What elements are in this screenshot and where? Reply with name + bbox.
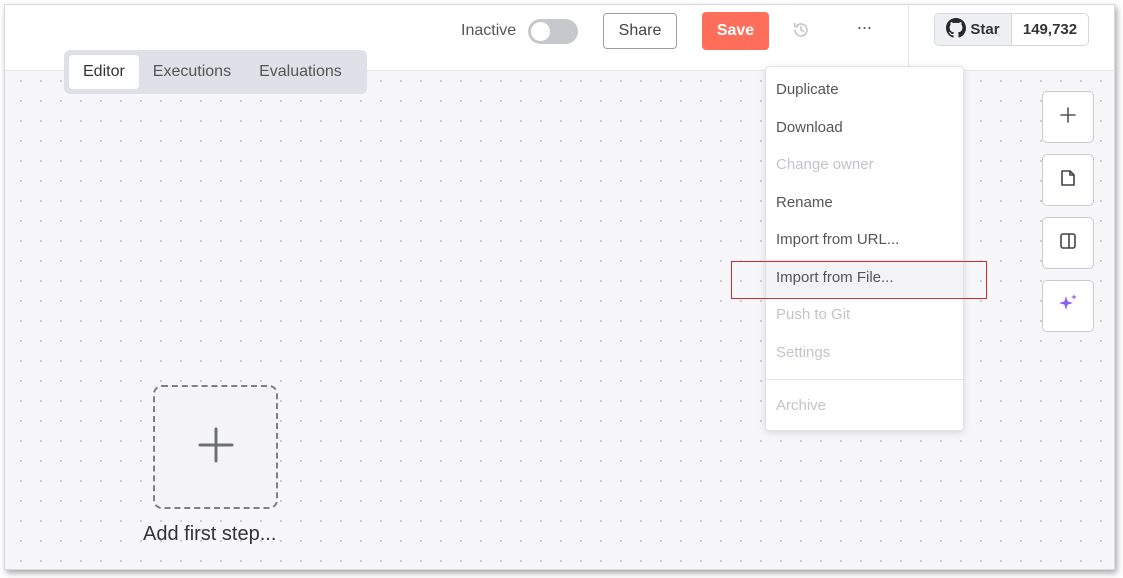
github-star-count[interactable]: 149,732 <box>1012 14 1088 45</box>
menu-item-rename[interactable]: Rename <box>766 184 963 222</box>
share-button[interactable]: Share <box>603 13 677 49</box>
tab-executions[interactable]: Executions <box>139 55 245 89</box>
plus-icon <box>1059 106 1077 129</box>
ai-sparkle-icon <box>1056 292 1080 321</box>
toggle-side-panel-button[interactable] <box>1042 217 1094 269</box>
menu-item-duplicate[interactable]: Duplicate <box>766 71 963 109</box>
menu-item-import-from-file[interactable]: Import from File... <box>766 259 963 297</box>
menu-item-import-from-url[interactable]: Import from URL... <box>766 221 963 259</box>
tab-editor[interactable]: Editor <box>69 55 139 89</box>
github-star-label: Star <box>970 21 1000 38</box>
toggle-knob <box>531 22 550 41</box>
github-star-widget[interactable]: Star 149,732 <box>934 13 1089 46</box>
github-icon <box>946 17 967 42</box>
active-status-label: Inactive <box>461 22 517 39</box>
add-sticky-note-button[interactable] <box>1042 154 1094 206</box>
github-star-button[interactable]: Star <box>935 14 1012 45</box>
more-options-menu: Duplicate Download Change owner Rename I… <box>765 66 964 431</box>
workflow-editor-window: Inactive Share Save ··· Star 149,732 Edi… <box>4 4 1115 570</box>
active-toggle[interactable] <box>528 19 578 44</box>
side-panel-icon <box>1058 231 1078 256</box>
more-options-button[interactable]: ··· <box>851 17 877 43</box>
save-button[interactable]: Save <box>702 12 769 50</box>
add-first-step-label: Add first step... <box>143 523 277 545</box>
history-icon[interactable] <box>792 21 810 39</box>
menu-item-settings: Settings <box>776 344 831 361</box>
header-divider <box>908 5 909 71</box>
menu-item-download[interactable]: Download <box>766 109 963 147</box>
add-first-step-button[interactable] <box>153 385 278 509</box>
menu-item-push-to-git: Push to Git <box>776 306 851 323</box>
tab-evaluations[interactable]: Evaluations <box>245 55 356 89</box>
ask-ai-button[interactable] <box>1042 280 1094 332</box>
add-node-button[interactable] <box>1042 91 1094 143</box>
sticky-note-icon <box>1058 168 1078 193</box>
plus-icon <box>198 427 234 468</box>
view-tabs: Editor Executions Evaluations <box>64 50 367 94</box>
menu-divider <box>766 379 963 380</box>
menu-item-archive: Archive <box>776 397 827 414</box>
menu-item-change-owner: Change owner <box>776 156 874 173</box>
